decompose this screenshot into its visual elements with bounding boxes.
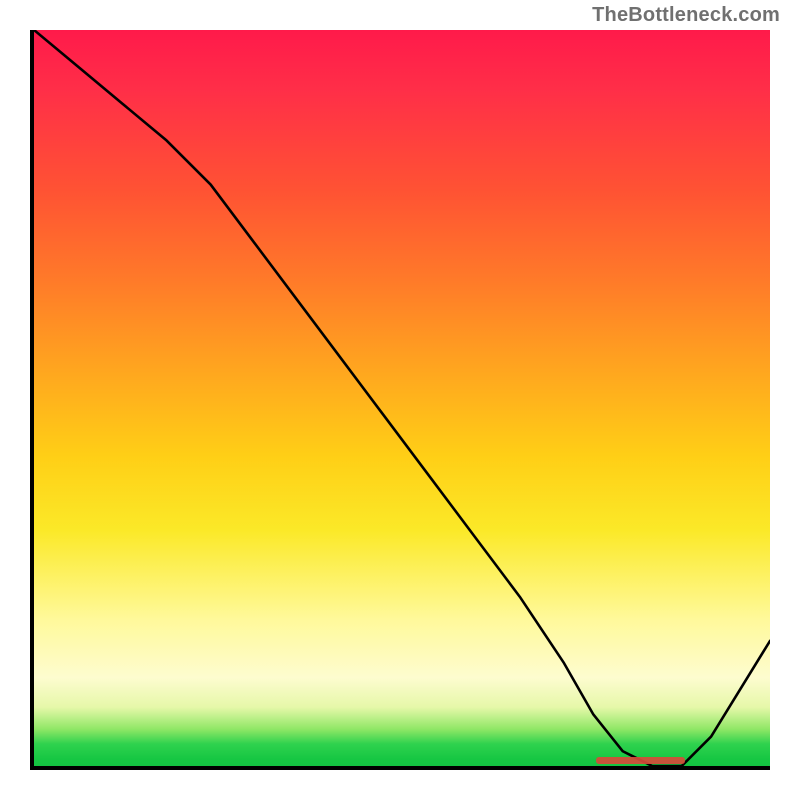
chart-curve-svg (34, 30, 770, 766)
bottleneck-curve (34, 30, 770, 766)
chart-plot-area (30, 30, 770, 770)
optimum-range-marker (596, 757, 685, 764)
watermark-text: TheBottleneck.com (592, 4, 780, 27)
